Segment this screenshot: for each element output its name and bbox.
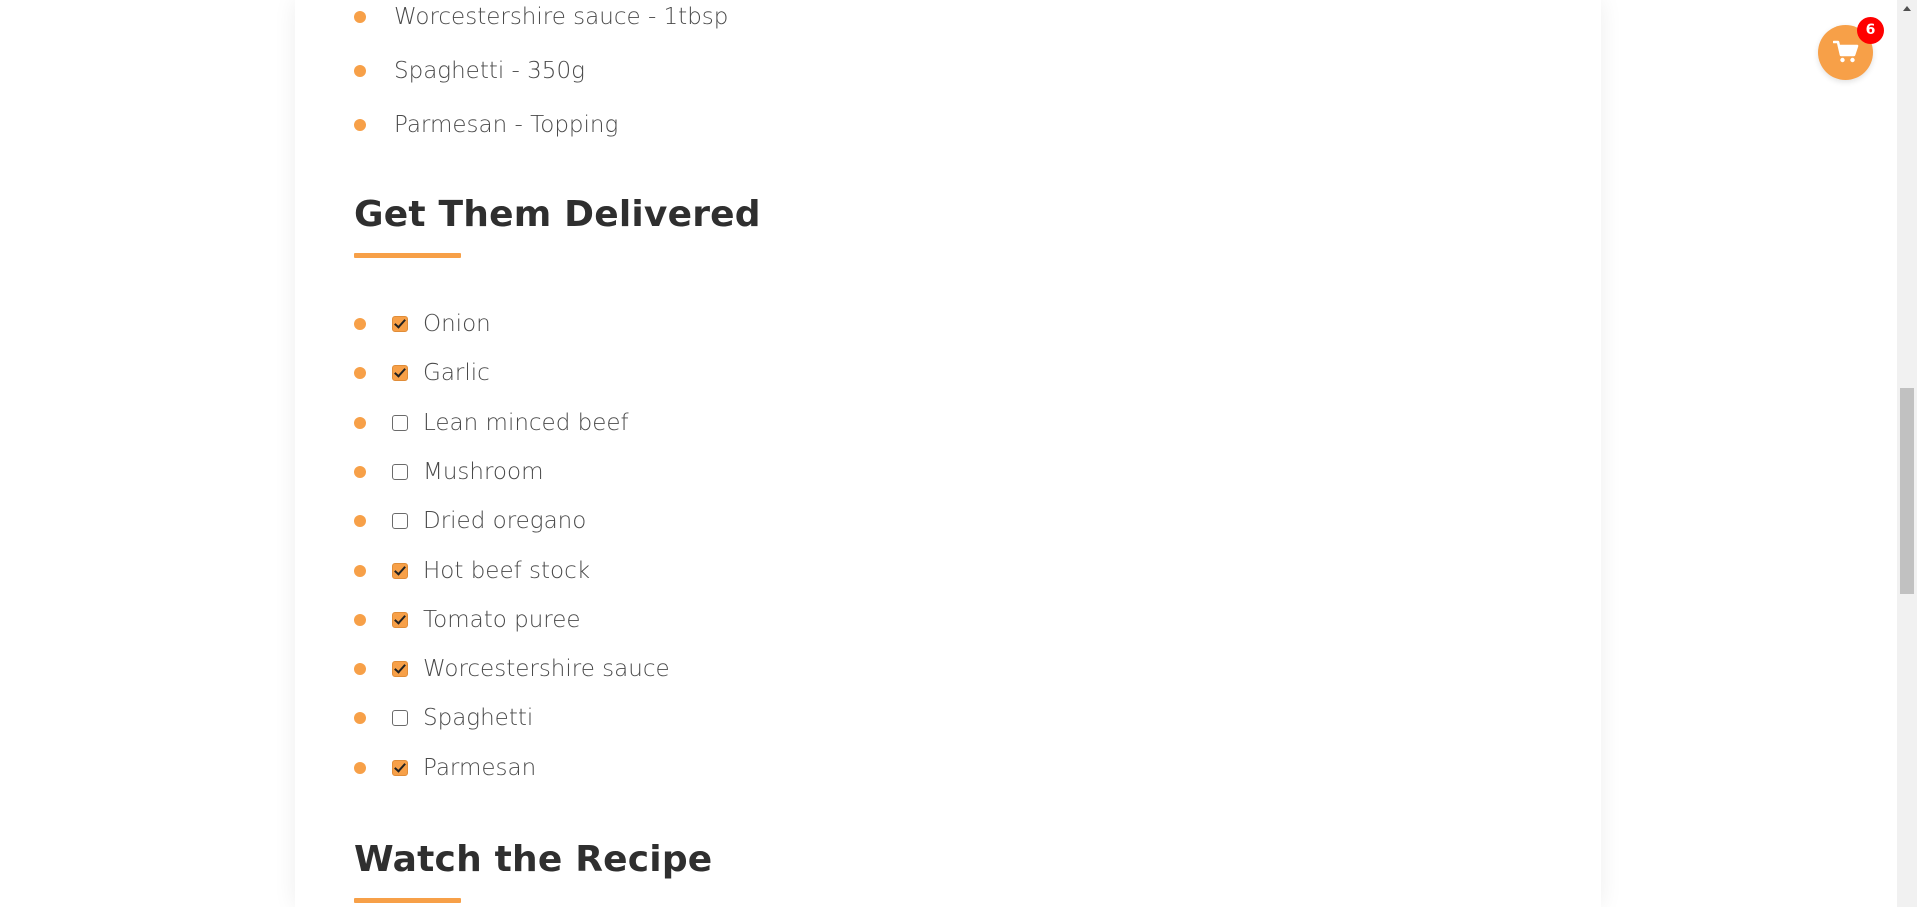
section-title-recipe: Watch the Recipe bbox=[354, 839, 713, 880]
scroll-up-arrow-icon[interactable] bbox=[1903, 6, 1911, 11]
bullet-icon bbox=[354, 663, 366, 675]
bullet-icon bbox=[354, 712, 366, 724]
ingredient-text: Parmesan - Topping bbox=[394, 112, 619, 138]
bullet-icon bbox=[354, 614, 366, 626]
delivery-checkbox[interactable] bbox=[392, 661, 408, 677]
delivery-checkbox[interactable] bbox=[392, 612, 408, 628]
delivery-item-label[interactable]: Onion bbox=[423, 309, 491, 339]
delivery-checkbox[interactable] bbox=[392, 513, 408, 529]
bullet-icon bbox=[354, 466, 366, 478]
delivery-item-label[interactable]: Parmesan bbox=[423, 753, 536, 783]
page-scrollbar[interactable] bbox=[1897, 0, 1917, 907]
section-underline bbox=[354, 253, 461, 258]
bullet-icon bbox=[354, 565, 366, 577]
delivery-item-label[interactable]: Spaghetti bbox=[423, 703, 533, 733]
scrollbar-thumb[interactable] bbox=[1900, 388, 1914, 594]
bullet-icon bbox=[354, 11, 366, 23]
section-underline bbox=[354, 898, 461, 903]
delivery-item-label[interactable]: Tomato puree bbox=[423, 605, 581, 635]
bullet-icon bbox=[354, 762, 366, 774]
ingredient-text: Spaghetti - 350g bbox=[394, 58, 585, 84]
delivery-checkbox[interactable] bbox=[392, 464, 408, 480]
delivery-item-label[interactable]: Dried oregano bbox=[423, 506, 586, 536]
page: Worcestershire sauce - 1tbsp Spaghetti -… bbox=[0, 0, 1917, 907]
delivery-item-label[interactable]: Lean minced beef bbox=[423, 408, 629, 438]
recipe-card: Worcestershire sauce - 1tbsp Spaghetti -… bbox=[295, 0, 1601, 907]
section-title-delivery: Get Them Delivered bbox=[354, 194, 761, 235]
bullet-icon bbox=[354, 318, 366, 330]
bullet-icon bbox=[354, 515, 366, 527]
bullet-icon bbox=[354, 65, 366, 77]
delivery-item-label[interactable]: Worcestershire sauce bbox=[423, 654, 670, 684]
delivery-item-label[interactable]: Hot beef stock bbox=[423, 556, 590, 586]
bullet-icon bbox=[354, 417, 366, 429]
delivery-item-label[interactable]: Mushroom bbox=[423, 457, 543, 487]
delivery-checkbox[interactable] bbox=[392, 760, 408, 776]
delivery-checkbox[interactable] bbox=[392, 563, 408, 579]
delivery-item-label[interactable]: Garlic bbox=[423, 358, 490, 388]
bullet-icon bbox=[354, 367, 366, 379]
cart-count-badge: 6 bbox=[1857, 17, 1884, 44]
delivery-checkbox[interactable] bbox=[392, 710, 408, 726]
delivery-checkbox[interactable] bbox=[392, 415, 408, 431]
shopping-cart-icon bbox=[1833, 40, 1859, 63]
ingredient-text: Worcestershire sauce - 1tbsp bbox=[394, 4, 729, 30]
delivery-checkbox[interactable] bbox=[392, 316, 408, 332]
delivery-checkbox[interactable] bbox=[392, 365, 408, 381]
bullet-icon bbox=[354, 119, 366, 131]
